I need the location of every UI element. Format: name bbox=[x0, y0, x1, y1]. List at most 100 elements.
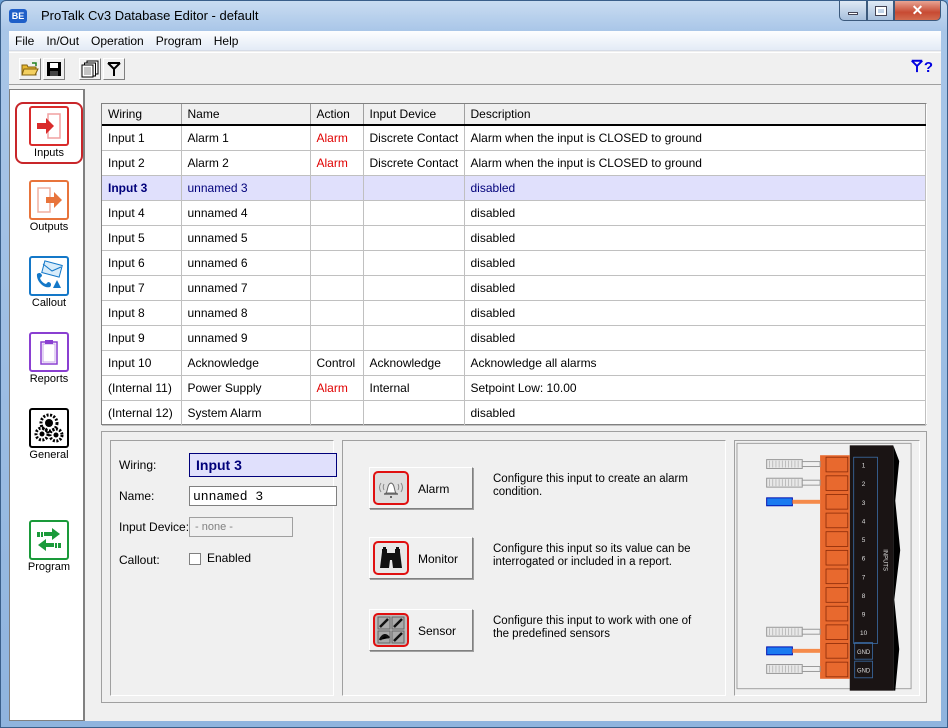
cell-description[interactable]: disabled bbox=[464, 300, 926, 326]
cell-input-device[interactable] bbox=[363, 200, 465, 226]
alarm-button[interactable]: Alarm bbox=[369, 467, 473, 509]
table-row[interactable]: Input 7 unnamed 7 disabled bbox=[102, 275, 926, 301]
cell-name[interactable]: Alarm 1 bbox=[181, 125, 311, 151]
column-header-action[interactable]: Action bbox=[310, 104, 364, 126]
sidebar-item-outputs[interactable]: Outputs bbox=[15, 178, 83, 240]
column-header-input-device[interactable]: Input Device bbox=[363, 104, 465, 126]
menu-file[interactable]: File bbox=[9, 31, 40, 50]
cell-input-device[interactable] bbox=[363, 250, 465, 276]
table-row[interactable]: Input 3 unnamed 3 disabled bbox=[102, 175, 926, 201]
save-button[interactable] bbox=[43, 58, 65, 80]
cell-wiring[interactable]: Input 5 bbox=[102, 225, 182, 251]
cell-input-device[interactable] bbox=[363, 300, 465, 326]
title-bar[interactable]: BE ProTalk Cv3 Database Editor - default… bbox=[1, 1, 947, 31]
cell-wiring[interactable]: Input 1 bbox=[102, 125, 182, 151]
cell-description[interactable]: disabled bbox=[464, 400, 926, 426]
cell-wiring[interactable]: Input 8 bbox=[102, 300, 182, 326]
cell-input-device[interactable] bbox=[363, 275, 465, 301]
cell-action[interactable] bbox=[310, 200, 364, 226]
cell-input-device[interactable]: Acknowledge bbox=[363, 350, 465, 376]
cell-action[interactable] bbox=[310, 225, 364, 251]
context-help-button[interactable]: ? bbox=[910, 59, 933, 76]
cell-input-device[interactable] bbox=[363, 325, 465, 351]
column-header-name[interactable]: Name bbox=[181, 104, 311, 126]
callout-enabled-checkbox[interactable] bbox=[189, 553, 201, 565]
cell-action[interactable] bbox=[310, 400, 364, 426]
cell-input-device[interactable] bbox=[363, 225, 465, 251]
cell-name[interactable]: Power Supply bbox=[181, 375, 311, 401]
cell-input-device[interactable]: Discrete Contact bbox=[363, 150, 465, 176]
sidebar-item-inputs[interactable]: Inputs bbox=[15, 102, 83, 164]
cell-wiring[interactable]: (Internal 11) bbox=[102, 375, 182, 401]
cell-description[interactable]: disabled bbox=[464, 175, 926, 201]
cell-wiring[interactable]: Input 7 bbox=[102, 275, 182, 301]
cell-description[interactable]: Alarm when the input is CLOSED to ground bbox=[464, 125, 926, 151]
table-row[interactable]: Input 5 unnamed 5 disabled bbox=[102, 225, 926, 251]
cell-wiring[interactable]: (Internal 12) bbox=[102, 400, 182, 426]
sidebar-item-callout[interactable]: Callout bbox=[15, 254, 83, 316]
minimize-button[interactable] bbox=[839, 1, 867, 21]
cell-action[interactable]: Alarm bbox=[310, 375, 364, 401]
sidebar-item-general[interactable]: General bbox=[15, 406, 83, 468]
table-row[interactable]: Input 2 Alarm 2 Alarm Discrete Contact Alarm… bbox=[102, 150, 926, 176]
table-row[interactable]: Input 10 Acknowledge Control Acknowledge Ack… bbox=[102, 350, 926, 376]
cell-input-device[interactable] bbox=[363, 175, 465, 201]
cell-name[interactable]: Acknowledge bbox=[181, 350, 311, 376]
cell-name[interactable]: unnamed 9 bbox=[181, 325, 311, 351]
cell-description[interactable]: Alarm when the input is CLOSED to ground bbox=[464, 150, 926, 176]
menu-in-out[interactable]: In/Out bbox=[40, 31, 85, 50]
cell-wiring[interactable]: Input 3 bbox=[102, 175, 182, 201]
cell-wiring[interactable]: Input 6 bbox=[102, 250, 182, 276]
cell-name[interactable]: unnamed 7 bbox=[181, 275, 311, 301]
radio-button[interactable] bbox=[103, 58, 125, 80]
copy-button[interactable] bbox=[79, 58, 101, 80]
cell-wiring[interactable]: Input 2 bbox=[102, 150, 182, 176]
open-button[interactable] bbox=[19, 58, 41, 80]
cell-name[interactable]: unnamed 6 bbox=[181, 250, 311, 276]
cell-input-device[interactable]: Discrete Contact bbox=[363, 125, 465, 151]
cell-description[interactable]: Acknowledge all alarms bbox=[464, 350, 926, 376]
table-row[interactable]: (Internal 12) System Alarm disabled bbox=[102, 400, 926, 426]
cell-description[interactable]: disabled bbox=[464, 250, 926, 276]
cell-description[interactable]: disabled bbox=[464, 325, 926, 351]
column-header-description[interactable]: Description bbox=[464, 104, 926, 126]
cell-wiring[interactable]: Input 10 bbox=[102, 350, 182, 376]
cell-action[interactable] bbox=[310, 300, 364, 326]
name-input[interactable] bbox=[189, 486, 337, 506]
sensor-button[interactable]: Sensor bbox=[369, 609, 473, 651]
cell-name[interactable]: System Alarm bbox=[181, 400, 311, 426]
maximize-button[interactable] bbox=[867, 1, 894, 21]
close-button[interactable]: ✕ bbox=[894, 1, 941, 21]
cell-action[interactable] bbox=[310, 275, 364, 301]
cell-action[interactable]: Alarm bbox=[310, 125, 364, 151]
cell-action[interactable] bbox=[310, 175, 364, 201]
cell-description[interactable]: Setpoint Low: 10.00 bbox=[464, 375, 926, 401]
cell-name[interactable]: unnamed 5 bbox=[181, 225, 311, 251]
cell-name[interactable]: unnamed 8 bbox=[181, 300, 311, 326]
table-row[interactable]: Input 4 unnamed 4 disabled bbox=[102, 200, 926, 226]
table-row[interactable]: (Internal 11) Power Supply Alarm Internal Se… bbox=[102, 375, 926, 401]
menu-help[interactable]: Help bbox=[208, 31, 245, 50]
cell-name[interactable]: unnamed 4 bbox=[181, 200, 311, 226]
column-header-wiring[interactable]: Wiring bbox=[102, 104, 182, 126]
cell-name[interactable]: Alarm 2 bbox=[181, 150, 311, 176]
cell-wiring[interactable]: Input 4 bbox=[102, 200, 182, 226]
cell-description[interactable]: disabled bbox=[464, 275, 926, 301]
cell-description[interactable]: disabled bbox=[464, 225, 926, 251]
cell-action[interactable]: Control bbox=[310, 350, 364, 376]
cell-name[interactable]: unnamed 3 bbox=[181, 175, 311, 201]
cell-wiring[interactable]: Input 9 bbox=[102, 325, 182, 351]
sidebar-item-program[interactable]: Program bbox=[15, 518, 83, 580]
table-row[interactable]: Input 8 unnamed 8 disabled bbox=[102, 300, 926, 326]
table-row[interactable]: Input 1 Alarm 1 Alarm Discrete Contact Alarm… bbox=[102, 125, 926, 151]
menu-program[interactable]: Program bbox=[150, 31, 208, 50]
table-row[interactable]: Input 6 unnamed 6 disabled bbox=[102, 250, 926, 276]
cell-action[interactable]: Alarm bbox=[310, 150, 364, 176]
menu-operation[interactable]: Operation bbox=[85, 31, 150, 50]
cell-description[interactable]: disabled bbox=[464, 200, 926, 226]
monitor-button[interactable]: Monitor bbox=[369, 537, 473, 579]
cell-action[interactable] bbox=[310, 325, 364, 351]
cell-action[interactable] bbox=[310, 250, 364, 276]
cell-input-device[interactable]: Internal bbox=[363, 375, 465, 401]
cell-input-device[interactable] bbox=[363, 400, 465, 426]
